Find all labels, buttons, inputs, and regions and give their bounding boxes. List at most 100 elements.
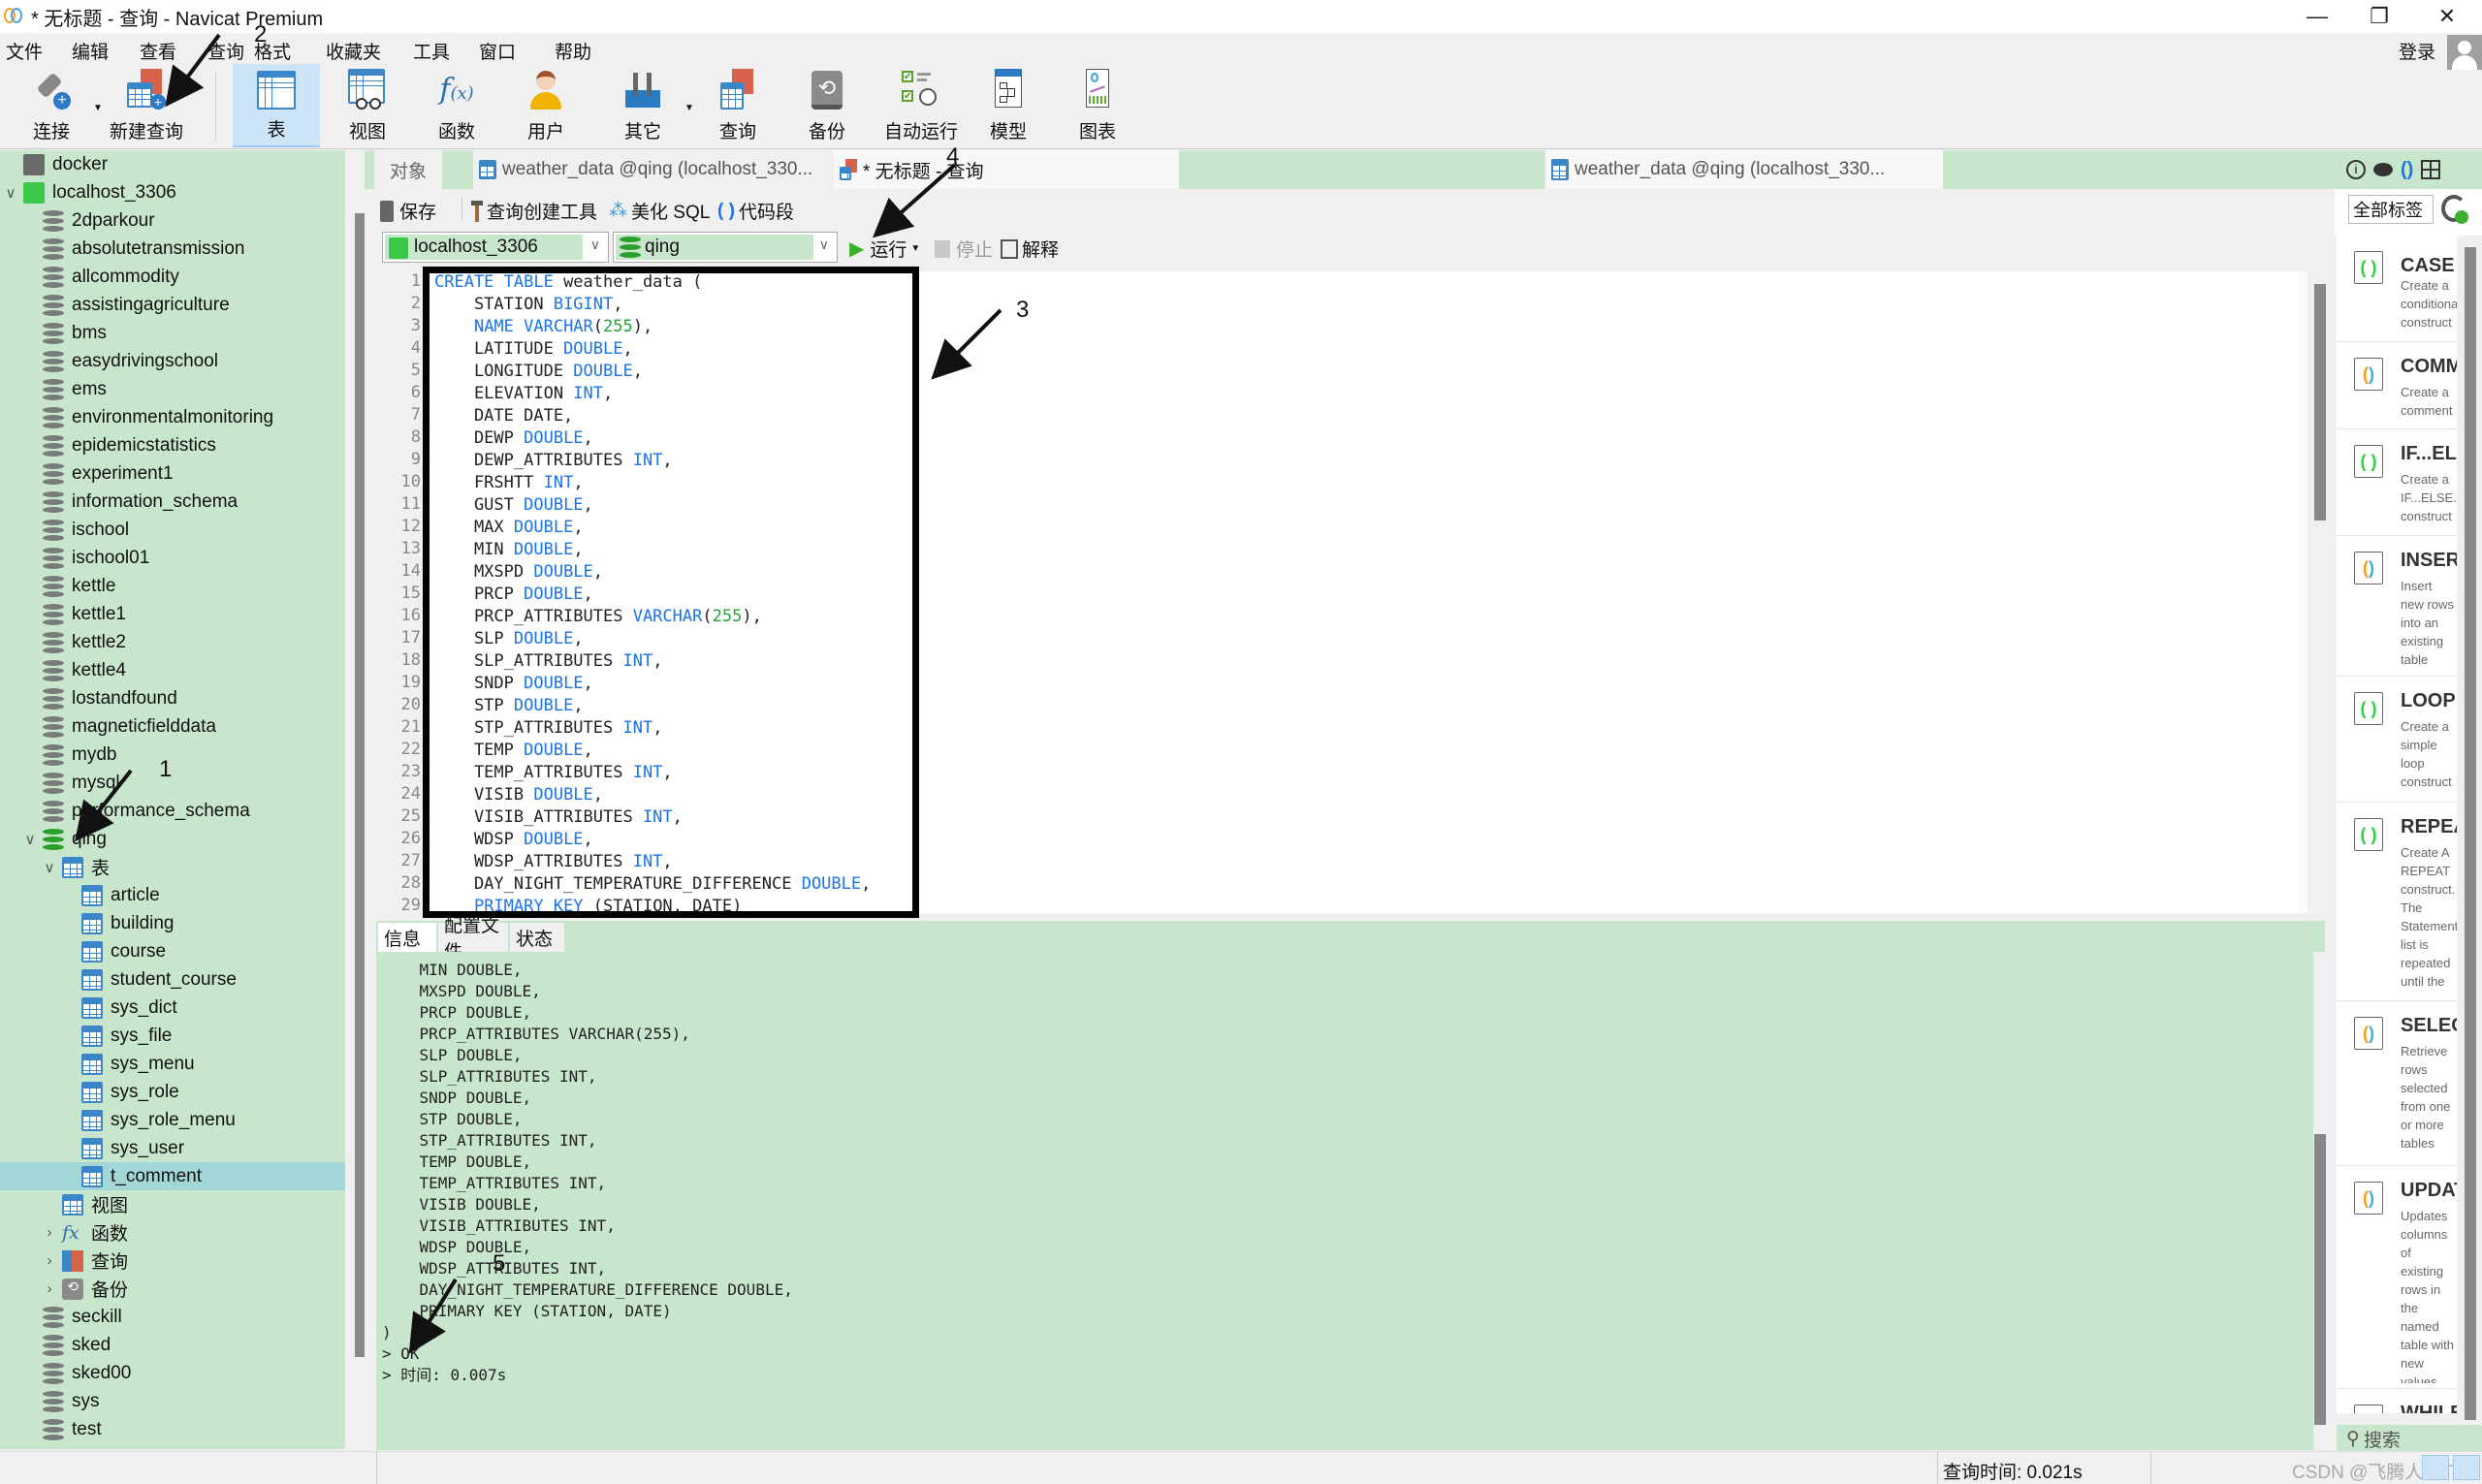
tab-profile[interactable]: 配置文件 (438, 916, 508, 963)
tree-table[interactable]: sys_role (0, 1078, 345, 1106)
tree-database[interactable]: kettle4 (0, 656, 345, 684)
user-button[interactable]: 用户 (504, 64, 588, 147)
tree-database[interactable]: epidemicstatistics (0, 431, 345, 459)
run-dropdown-icon[interactable]: ▼ (910, 243, 920, 254)
tree-database[interactable]: kettle1 (0, 600, 345, 628)
result-scrollbar[interactable] (2314, 1134, 2326, 1425)
tree-database[interactable]: easydrivingschool (0, 347, 345, 375)
tree-database[interactable]: kettle (0, 572, 345, 600)
run-button[interactable]: ▶ 运行 ▼ (849, 236, 920, 262)
tree-connection-docker[interactable]: docker (0, 150, 345, 178)
chevron-right-icon[interactable]: › (41, 1280, 58, 1297)
view-button[interactable]: 视图 (326, 64, 409, 147)
chevron-down-icon[interactable]: ∨ (41, 859, 58, 876)
tree-database[interactable]: sys (0, 1387, 345, 1415)
snippet-item[interactable]: ( ) UPDATE Updates columns of existing row… (2337, 1166, 2457, 1389)
tab-weather-data-table[interactable]: weather_data @qing (localhost_330... (1545, 150, 1943, 189)
snippet-item[interactable]: ( ) COMMENT Create a comment (2337, 342, 2457, 429)
close-button[interactable]: ✕ (2418, 0, 2476, 33)
beautify-sql-button[interactable]: ⁂ 美化 SQL (609, 198, 710, 224)
snippet-item[interactable]: ( ) LOOP Create a simple loop construct (2337, 677, 2457, 803)
menu-view[interactable]: 查看 (140, 38, 176, 64)
explain-button[interactable]: 解释 (1001, 236, 1059, 262)
tree-database[interactable]: information_schema (0, 488, 345, 516)
tree-table[interactable]: student_course (0, 965, 345, 994)
login-link[interactable]: 登录 (2399, 38, 2435, 64)
other-dropdown-icon[interactable]: ▼ (684, 103, 694, 113)
tree-database[interactable]: allcommodity (0, 263, 345, 291)
model-button[interactable]: 模型 (973, 64, 1043, 147)
query-button[interactable]: 查询 (696, 64, 780, 147)
tree-database[interactable]: mydb (0, 741, 345, 769)
tree-database[interactable]: sked00 (0, 1359, 345, 1387)
table-button[interactable]: 表 (233, 64, 320, 147)
snippet-item[interactable]: ( ) WHILE (2337, 1389, 2457, 1413)
chevron-right-icon[interactable]: › (41, 1224, 58, 1241)
other-button[interactable]: 其它 (601, 64, 684, 147)
tree-database[interactable]: performance_schema (0, 797, 345, 825)
minimize-button[interactable]: — (2288, 0, 2346, 33)
tree-database[interactable]: kettle2 (0, 628, 345, 656)
save-button[interactable]: 保存 (380, 198, 436, 224)
chevron-down-icon[interactable]: ∨ (2, 184, 19, 202)
menu-query[interactable]: 查询 (207, 38, 244, 64)
tree-database[interactable]: experiment1 (0, 459, 345, 488)
connection-select[interactable]: localhost_3306 ∨ (382, 232, 609, 263)
tree-table[interactable]: course (0, 937, 345, 965)
preview-eye-icon[interactable] (2373, 163, 2393, 176)
tree-group[interactable]: 视图 (0, 1190, 345, 1218)
snippet-item[interactable]: ( ) INSERT Insert new rows into an existin… (2337, 536, 2457, 677)
menu-file[interactable]: 文件 (6, 38, 43, 64)
snippet-item[interactable]: ( ) IF...ELSE Create a IF...ELSE... constr… (2337, 429, 2457, 536)
tree-database-qing[interactable]: ∨ qing (0, 825, 345, 853)
menu-tools[interactable]: 工具 (413, 38, 450, 64)
connect-button[interactable]: + 连接 (17, 64, 85, 147)
layout-toggle-icon[interactable] (2422, 1455, 2449, 1480)
tree-database[interactable]: test (0, 1415, 345, 1443)
tree-database[interactable]: magneticfielddata (0, 712, 345, 741)
menu-edit[interactable]: 编辑 (72, 38, 109, 64)
tree-table[interactable]: t_comment (0, 1162, 345, 1190)
automation-button[interactable]: ✔ ✔ 自动运行 (875, 64, 968, 147)
tree-table[interactable]: sys_dict (0, 994, 345, 1022)
menu-favorites[interactable]: 收藏夹 (326, 38, 381, 64)
tab-message[interactable]: 信息 (378, 923, 436, 952)
tree-table[interactable]: sys_role_menu (0, 1106, 345, 1134)
tree-group[interactable]: › 查询 (0, 1247, 345, 1275)
restore-button[interactable]: ❐ (2350, 0, 2408, 33)
tab-status[interactable]: 状态 (510, 923, 564, 952)
info-icon[interactable]: i (2346, 160, 2366, 179)
snippet-item[interactable]: ( ) REPEAT Create A REPEAT construct. The … (2337, 803, 2457, 1001)
tree-group[interactable]: › ⟲ 备份 (0, 1275, 345, 1303)
tree-group-tables[interactable]: ∨ 表 (0, 853, 345, 881)
tab-objects[interactable]: 对象 (374, 150, 442, 189)
sidebar-splitter[interactable] (345, 150, 353, 1449)
menu-help[interactable]: 帮助 (555, 38, 591, 64)
tree-table[interactable]: sys_file (0, 1022, 345, 1050)
tree-database[interactable]: lostandfound (0, 684, 345, 712)
snippet-search[interactable]: ⚲ 搜索 (2337, 1425, 2482, 1452)
editor-scrollbar[interactable] (2314, 276, 2326, 909)
snippet-item[interactable]: ( ) SELECT Retrieve rows selected from one… (2337, 1001, 2457, 1166)
tree-table[interactable]: building (0, 909, 345, 937)
tab-untitled-query[interactable]: * 无标题 - 查询 (834, 150, 1183, 189)
tree-database[interactable]: absolutetransmission (0, 235, 345, 263)
stop-button[interactable]: 停止 (935, 236, 993, 262)
tree-database[interactable]: mysql (0, 769, 345, 797)
tree-table[interactable]: sys_user (0, 1134, 345, 1162)
code-area[interactable]: CREATE TABLE weather_data ( STATION BIGI… (427, 271, 2298, 916)
new-query-button[interactable]: + 新建查询 (105, 64, 188, 147)
tree-database[interactable]: bms (0, 319, 345, 347)
tree-database[interactable]: ems (0, 375, 345, 403)
panel-toggle-icon[interactable] (2453, 1455, 2480, 1480)
tag-filter-select[interactable]: 全部标签 (2348, 195, 2434, 224)
tree-database[interactable]: ischool (0, 516, 345, 544)
chevron-down-icon[interactable]: ∨ (21, 831, 39, 848)
query-builder-button[interactable]: 查询创建工具 (471, 198, 597, 224)
database-select[interactable]: qing ∨ (613, 232, 838, 263)
menu-window[interactable]: 窗口 (479, 38, 516, 64)
tree-table[interactable]: sys_menu (0, 1050, 345, 1078)
tree-table[interactable]: article (0, 881, 345, 909)
snippet-scrollbar[interactable] (2465, 247, 2476, 1420)
chevron-right-icon[interactable]: › (41, 1252, 58, 1269)
